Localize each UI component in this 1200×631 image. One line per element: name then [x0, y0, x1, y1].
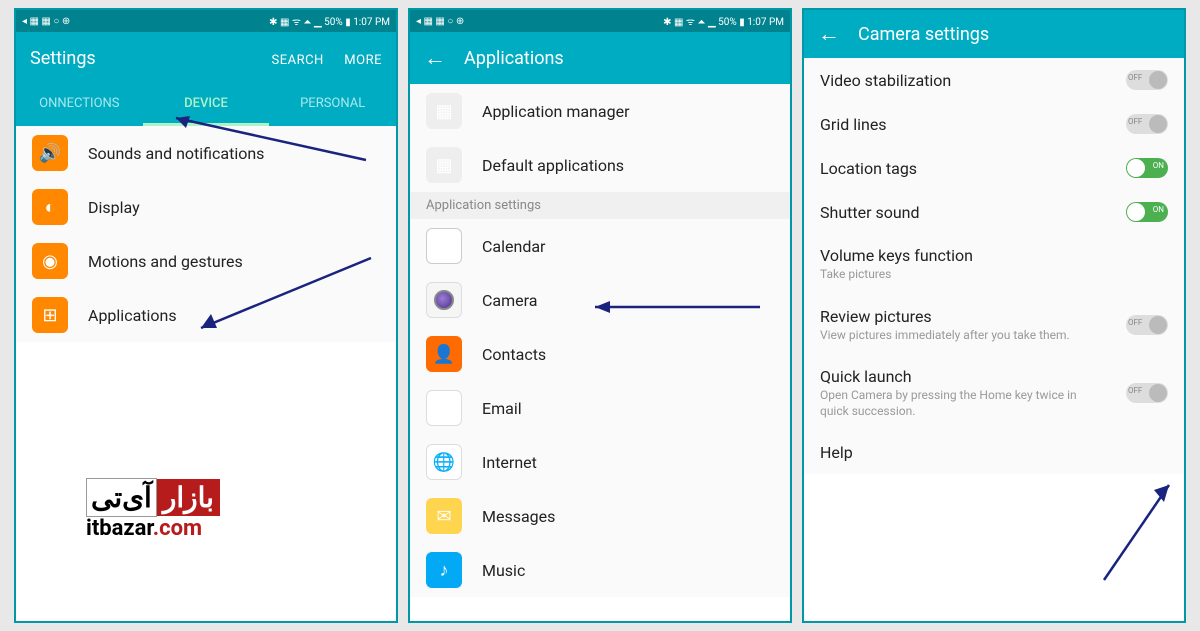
row-help[interactable]: Help — [804, 431, 1184, 474]
item-default-apps[interactable]: ▦ Default applications — [410, 138, 790, 192]
contacts-icon: 👤 — [426, 336, 462, 372]
row-quick-launch[interactable]: Quick launch Open Camera by pressing the… — [804, 355, 1184, 431]
settings-list: 🔊 Sounds and notifications ◐ Display ◉ M… — [16, 126, 396, 342]
calendar-icon: 23 — [426, 228, 462, 264]
music-icon: ♪ — [426, 552, 462, 588]
camera-settings-header: ← Camera settings — [804, 10, 1184, 58]
more-action[interactable]: MORE — [344, 53, 382, 68]
item-label: Display — [88, 198, 140, 217]
toggle-video-stabilization[interactable] — [1126, 70, 1168, 90]
default-apps-icon: ▦ — [426, 147, 462, 183]
item-display[interactable]: ◐ Display — [16, 180, 396, 234]
apps-list: ▦ Application manager ▦ Default applicat… — [410, 84, 790, 597]
row-location-tags[interactable]: Location tags — [804, 146, 1184, 190]
item-app-manager[interactable]: ▦ Application manager — [410, 84, 790, 138]
display-icon: ◐ — [32, 189, 68, 225]
item-messages[interactable]: ✉ Messages — [410, 489, 790, 543]
apps-icon: ⊞ — [32, 297, 68, 333]
applications-header: ← Applications — [410, 32, 790, 84]
phone-screen-applications: ◂ ▦ ▦ ○ ⊕ ✱ ▦ ᯤ ⏶ ▁ 50% ▮ 1:07 PM ← Appl… — [408, 8, 792, 623]
globe-icon: 🌐 — [426, 444, 462, 480]
back-arrow-icon[interactable]: ← — [818, 21, 840, 47]
phone-screen-camera-settings: ← Camera settings Video stabilization Gr… — [802, 8, 1186, 623]
toggle-location-tags[interactable] — [1126, 158, 1168, 178]
page-title: Settings — [30, 48, 255, 69]
item-applications[interactable]: ⊞ Applications — [16, 288, 396, 342]
item-calendar[interactable]: 23 Calendar — [410, 219, 790, 273]
sound-icon: 🔊 — [32, 135, 68, 171]
camera-icon — [426, 282, 462, 318]
row-video-stabilization[interactable]: Video stabilization — [804, 58, 1184, 102]
tab-device[interactable]: DEVICE — [143, 84, 270, 126]
tab-personal[interactable]: PERSONAL — [269, 84, 396, 126]
item-music[interactable]: ♪ Music — [410, 543, 790, 597]
item-motions[interactable]: ◉ Motions and gestures — [16, 234, 396, 288]
status-bar: ◂ ▦ ▦ ○ ⊕ ✱ ▦ ᯤ ⏶ ▁ 50% ▮ 1:07 PM — [410, 10, 790, 32]
logo-white-part: آی‌تی — [86, 478, 157, 517]
page-title: Camera settings — [858, 24, 1170, 45]
toggle-grid-lines[interactable] — [1126, 114, 1168, 134]
item-sounds[interactable]: 🔊 Sounds and notifications — [16, 126, 396, 180]
item-label: Sounds and notifications — [88, 144, 264, 163]
status-icons-left: ◂ ▦ ▦ ○ ⊕ — [22, 16, 70, 27]
settings-tabs: ONNECTIONS DEVICE PERSONAL — [16, 84, 396, 126]
toggle-quick-launch[interactable] — [1126, 383, 1168, 403]
item-camera[interactable]: Camera — [410, 273, 790, 327]
messages-icon: ✉ — [426, 498, 462, 534]
section-header: Application settings — [410, 192, 790, 219]
row-shutter-sound[interactable]: Shutter sound — [804, 190, 1184, 234]
phone-screen-settings: ◂ ▦ ▦ ○ ⊕ ✱ ▦ ᯤ ⏶ ▁ 50% ▮ 1:07 PM Settin… — [14, 8, 398, 623]
itbazar-logo: بازارآی‌تی itbazar.com — [86, 481, 220, 541]
search-action[interactable]: SEARCH — [271, 53, 323, 68]
page-title: Applications — [464, 48, 776, 69]
logo-red-part: بازار — [157, 479, 220, 516]
status-right: ✱ ▦ ᯤ ⏶ ▁ 50% ▮ 1:07 PM — [269, 14, 390, 28]
settings-header: Settings SEARCH MORE — [16, 32, 396, 84]
motion-icon: ◉ — [32, 243, 68, 279]
annotation-arrow — [1064, 470, 1186, 590]
email-icon: @ — [426, 390, 462, 426]
row-volume-keys[interactable]: Volume keys function Take pictures — [804, 234, 1184, 295]
toggle-review-pictures[interactable] — [1126, 315, 1168, 335]
item-label: Applications — [88, 306, 177, 325]
row-grid-lines[interactable]: Grid lines — [804, 102, 1184, 146]
toggle-shutter-sound[interactable] — [1126, 202, 1168, 222]
row-review-pictures[interactable]: Review pictures View pictures immediatel… — [804, 295, 1184, 356]
item-internet[interactable]: 🌐 Internet — [410, 435, 790, 489]
camera-settings-list: Video stabilization Grid lines Location … — [804, 58, 1184, 474]
item-email[interactable]: @ Email — [410, 381, 790, 435]
tab-connections[interactable]: ONNECTIONS — [16, 84, 143, 126]
status-bar: ◂ ▦ ▦ ○ ⊕ ✱ ▦ ᯤ ⏶ ▁ 50% ▮ 1:07 PM — [16, 10, 396, 32]
back-arrow-icon[interactable]: ← — [424, 45, 446, 71]
item-label: Motions and gestures — [88, 252, 243, 271]
item-contacts[interactable]: 👤 Contacts — [410, 327, 790, 381]
app-manager-icon: ▦ — [426, 93, 462, 129]
